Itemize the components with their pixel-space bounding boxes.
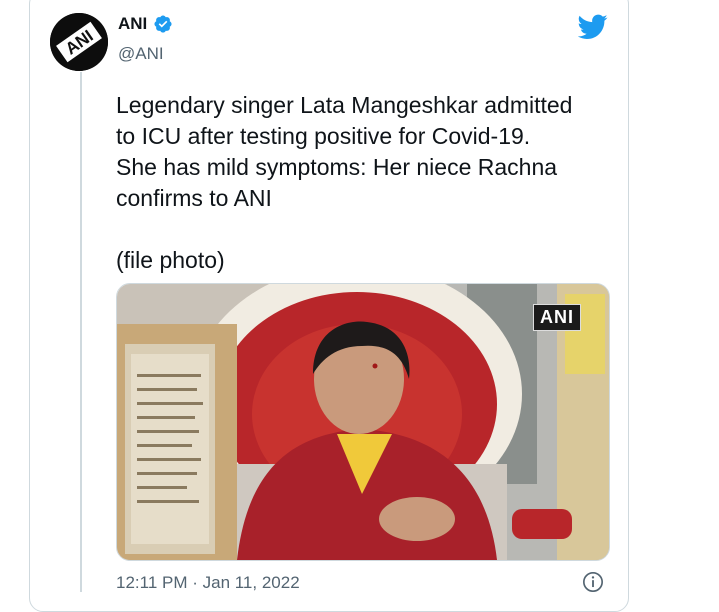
twitter-bird-icon[interactable]	[578, 14, 608, 40]
media-watermark: ANI	[533, 304, 581, 331]
info-icon[interactable]	[582, 571, 604, 593]
author-display-name[interactable]: ANI	[118, 14, 147, 34]
thread-line	[80, 72, 82, 592]
tweet-text: Legendary singer Lata Mangeshkar admitte…	[116, 92, 573, 273]
tweet-media-photo[interactable]: ANI	[116, 283, 610, 561]
author-name-row[interactable]: ANI	[118, 14, 173, 34]
ani-logo: ANI	[50, 13, 108, 71]
author-handle[interactable]: @ANI	[118, 44, 164, 64]
avatar[interactable]: ANI	[50, 13, 108, 71]
tweet-timestamp[interactable]: 12:11 PM · Jan 11, 2022	[116, 573, 300, 593]
verified-badge-icon	[154, 15, 172, 33]
